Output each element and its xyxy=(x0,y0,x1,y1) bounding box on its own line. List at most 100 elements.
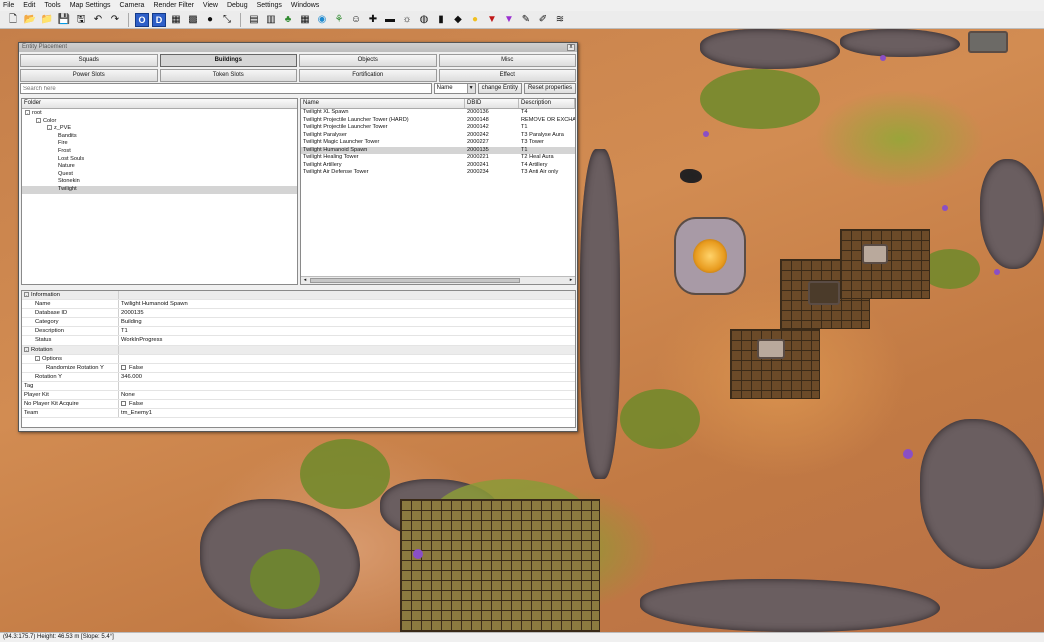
marker-purple-icon[interactable]: ▼ xyxy=(502,13,516,27)
property-value[interactable]: None xyxy=(119,391,575,399)
property-row[interactable]: Category Building xyxy=(22,318,575,328)
tab-objects[interactable]: Objects xyxy=(299,54,437,67)
list-item[interactable]: Twilight Projectile Launcher Tower (HARD… xyxy=(301,117,575,125)
tab-effect[interactable]: Effect xyxy=(438,69,576,82)
terrain-icon[interactable]: ▥ xyxy=(264,13,278,27)
column-header-dbid[interactable]: DBID xyxy=(465,99,519,108)
tab-misc[interactable]: Misc xyxy=(438,54,576,67)
tab-buildings[interactable]: Buildings xyxy=(159,54,297,67)
list-item[interactable]: Twilight Humanoid Spawn 2000135 T1 xyxy=(301,146,575,154)
wave-icon[interactable]: ≋ xyxy=(553,13,567,27)
property-row[interactable]: Name Twilight Humanoid Spawn xyxy=(22,300,575,310)
tree-item[interactable]: Bandits xyxy=(22,133,297,141)
tower-icon[interactable]: ▬ xyxy=(383,13,397,27)
property-value[interactable]: 2000135 xyxy=(119,309,575,317)
tree-item[interactable]: Lost Souls xyxy=(22,156,297,164)
grid-b-icon[interactable]: ▩ xyxy=(186,13,200,27)
tree-item[interactable]: - z_PVE xyxy=(22,125,297,133)
tool-o-icon[interactable]: O xyxy=(135,12,149,27)
dot-icon[interactable]: ● xyxy=(203,13,217,27)
list-item[interactable]: Twilight Artillery 2000241 T4 Artillery xyxy=(301,162,575,170)
redo-icon[interactable]: ↷ xyxy=(108,13,122,27)
property-row[interactable]: - Options xyxy=(22,354,575,364)
tree-item[interactable]: Fire xyxy=(22,140,297,148)
plant-icon[interactable]: ⚘ xyxy=(332,13,346,27)
light-icon[interactable]: ☼ xyxy=(400,13,414,27)
marker-red-icon[interactable]: ▼ xyxy=(485,13,499,27)
property-row[interactable]: Rotation Y 346.000 xyxy=(22,372,575,382)
map-icon[interactable]: ▤ xyxy=(247,13,261,27)
menu-item-settings[interactable]: Settings xyxy=(257,0,282,11)
menu-item-camera[interactable]: Camera xyxy=(120,0,145,11)
window-title[interactable]: Entity Placement xyxy=(19,43,577,52)
undo-icon[interactable]: ↶ xyxy=(91,13,105,27)
checkbox[interactable] xyxy=(121,364,126,370)
property-value[interactable]: T1 xyxy=(119,327,575,335)
tree-item[interactable]: - Color xyxy=(22,118,297,126)
open-folder-icon[interactable]: 📂 xyxy=(23,13,37,27)
portrait-icon[interactable]: ☺ xyxy=(349,13,363,27)
brush-icon[interactable]: ✎ xyxy=(519,13,533,27)
tree-item[interactable]: Stonekin xyxy=(22,178,297,186)
collapse-icon[interactable]: - xyxy=(36,117,41,123)
checkbox[interactable] xyxy=(121,401,126,407)
new-file-icon[interactable]: 🗋 xyxy=(6,13,20,27)
menu-item-view[interactable]: View xyxy=(203,0,218,11)
property-row[interactable]: Randomize Rotation Y False xyxy=(22,363,575,373)
tree-icon[interactable]: ♣ xyxy=(281,13,295,27)
menu-item-debug[interactable]: Debug xyxy=(227,0,248,11)
property-row[interactable]: No Player Kit Acquire False xyxy=(22,400,575,410)
property-value[interactable] xyxy=(119,355,575,363)
collapse-icon[interactable]: - xyxy=(24,291,29,297)
property-row[interactable]: Player Kit None xyxy=(22,391,575,401)
gem-icon[interactable]: ◆ xyxy=(451,13,465,27)
list-item[interactable]: Twilight Air Defense Tower 2000234 T3 Anti… xyxy=(301,169,575,177)
tool-d-icon[interactable]: D xyxy=(152,12,166,27)
scale-icon[interactable]: ⤡ xyxy=(220,13,234,27)
property-row[interactable]: Status WorkInProgress xyxy=(22,336,575,346)
property-row[interactable]: Tag xyxy=(22,381,575,392)
pump-icon[interactable]: ▮ xyxy=(434,13,448,27)
property-row[interactable]: Database ID 2000135 xyxy=(22,309,575,319)
property-value[interactable]: Twilight Humanoid Spawn xyxy=(119,300,575,308)
map-grid-icon[interactable]: ▦ xyxy=(298,13,312,27)
collapse-icon[interactable]: - xyxy=(35,355,40,361)
menu-item-edit[interactable]: Edit xyxy=(23,0,35,11)
sort-select[interactable]: Name ▼ xyxy=(433,83,476,94)
property-category[interactable]: - Rotation xyxy=(22,345,575,355)
open-folder-alt-icon[interactable]: 📁 xyxy=(40,13,54,27)
collapse-icon[interactable]: - xyxy=(24,346,29,352)
cross-icon[interactable]: ✚ xyxy=(366,13,380,27)
collapse-icon[interactable]: - xyxy=(25,110,30,116)
column-header-name[interactable]: Name xyxy=(301,99,465,108)
property-value[interactable]: WorkInProgress xyxy=(119,336,575,344)
list-item[interactable]: Twilight XL Spawn 2000136 T4 xyxy=(301,109,575,117)
bulb-icon[interactable]: ● xyxy=(468,13,482,27)
scroll-left-icon[interactable]: ◂ xyxy=(301,277,309,284)
list-item[interactable]: Twilight Healing Tower 2000221 T2 Heal Aur… xyxy=(301,154,575,162)
save-icon[interactable]: 💾 xyxy=(57,13,71,27)
property-row[interactable]: Team tm_Enemy1 xyxy=(22,409,575,419)
grid-a-icon[interactable]: ▦ xyxy=(169,13,183,27)
pen-icon[interactable]: ✐ xyxy=(536,13,550,27)
list-item[interactable]: Twilight Projectile Launcher Tower 200014… xyxy=(301,124,575,132)
change-entity-button[interactable]: change Entity xyxy=(477,83,522,94)
scrollbar-thumb[interactable] xyxy=(310,278,520,283)
property-value[interactable]: 346.000 xyxy=(119,373,575,381)
tab-fortification[interactable]: Fortification xyxy=(299,69,437,82)
sphere-icon[interactable]: ◍ xyxy=(417,13,431,27)
menu-item-windows[interactable]: Windows xyxy=(291,0,319,11)
scroll-right-icon[interactable]: ▸ xyxy=(567,277,575,284)
property-value[interactable]: Building xyxy=(119,318,575,326)
save-as-icon[interactable]: 🖫 xyxy=(74,13,88,27)
menu-item-map-settings[interactable]: Map Settings xyxy=(70,0,111,11)
tree-item[interactable]: Quest xyxy=(22,171,297,179)
tab-squads[interactable]: Squads xyxy=(20,54,158,67)
tree-item[interactable]: - root xyxy=(22,110,297,118)
tree-item[interactable]: Frost xyxy=(22,148,297,156)
tab-power-slots[interactable]: Power Slots xyxy=(20,69,158,82)
horizontal-scrollbar[interactable]: ◂ ▸ xyxy=(301,276,575,284)
close-button[interactable]: x xyxy=(567,44,575,51)
list-item[interactable]: Twilight Paralyser 2000242 T3 Paralyse Aur… xyxy=(301,132,575,140)
menu-item-file[interactable]: File xyxy=(3,0,14,11)
